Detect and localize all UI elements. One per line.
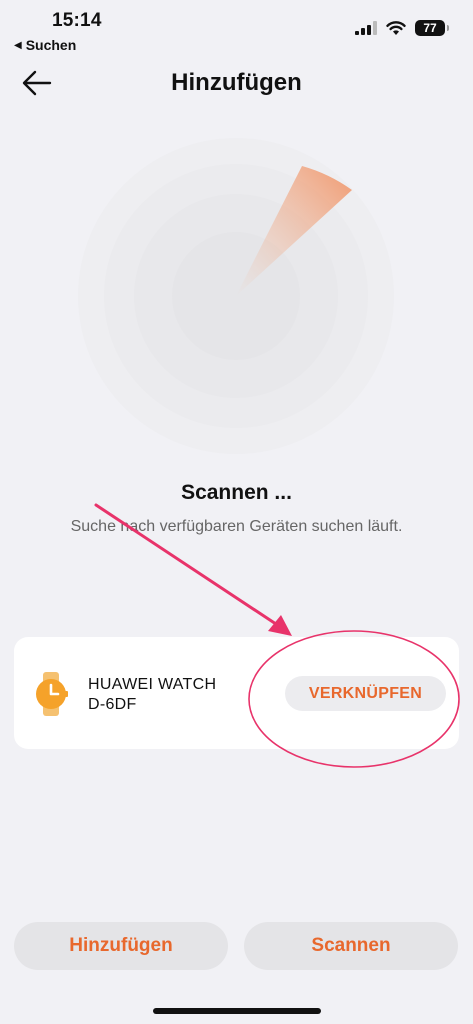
add-button[interactable]: Hinzufügen [14,922,228,970]
wifi-icon [386,20,406,35]
back-app-label: Suchen [25,37,77,53]
scan-button[interactable]: Scannen [244,922,458,970]
device-name-line1: HUAWEI WATCH [88,676,217,693]
annotation-arrowhead [268,615,292,636]
device-name: HUAWEI WATCH D-6DF [88,675,258,715]
link-device-button[interactable]: VERKNÜPFEN [285,676,446,711]
watch-icon [36,672,68,716]
status-time: 15:14 [52,10,102,31]
home-indicator [153,1008,321,1014]
back-to-app-link[interactable]: ◀ Suchen [14,37,76,53]
cellular-signal-icon [355,21,377,35]
status-bar: 15:14 ◀ Suchen 77 [0,0,473,56]
scan-title: Scannen ... [181,481,292,504]
nav-header: Hinzufügen [0,60,473,106]
status-icons: 77 [355,20,449,36]
radar-scan-graphic [78,138,394,454]
page-title: Hinzufügen [171,69,302,96]
battery-level: 77 [423,21,437,35]
device-name-line2: D-6DF [88,696,137,713]
back-triangle-icon: ◀ [14,39,22,51]
battery-icon: 77 [415,20,449,36]
device-card: HUAWEI WATCH D-6DF VERKNÜPFEN [14,637,459,749]
scan-subtitle: Suche nach verfügbaren Geräten suchen lä… [70,518,403,535]
